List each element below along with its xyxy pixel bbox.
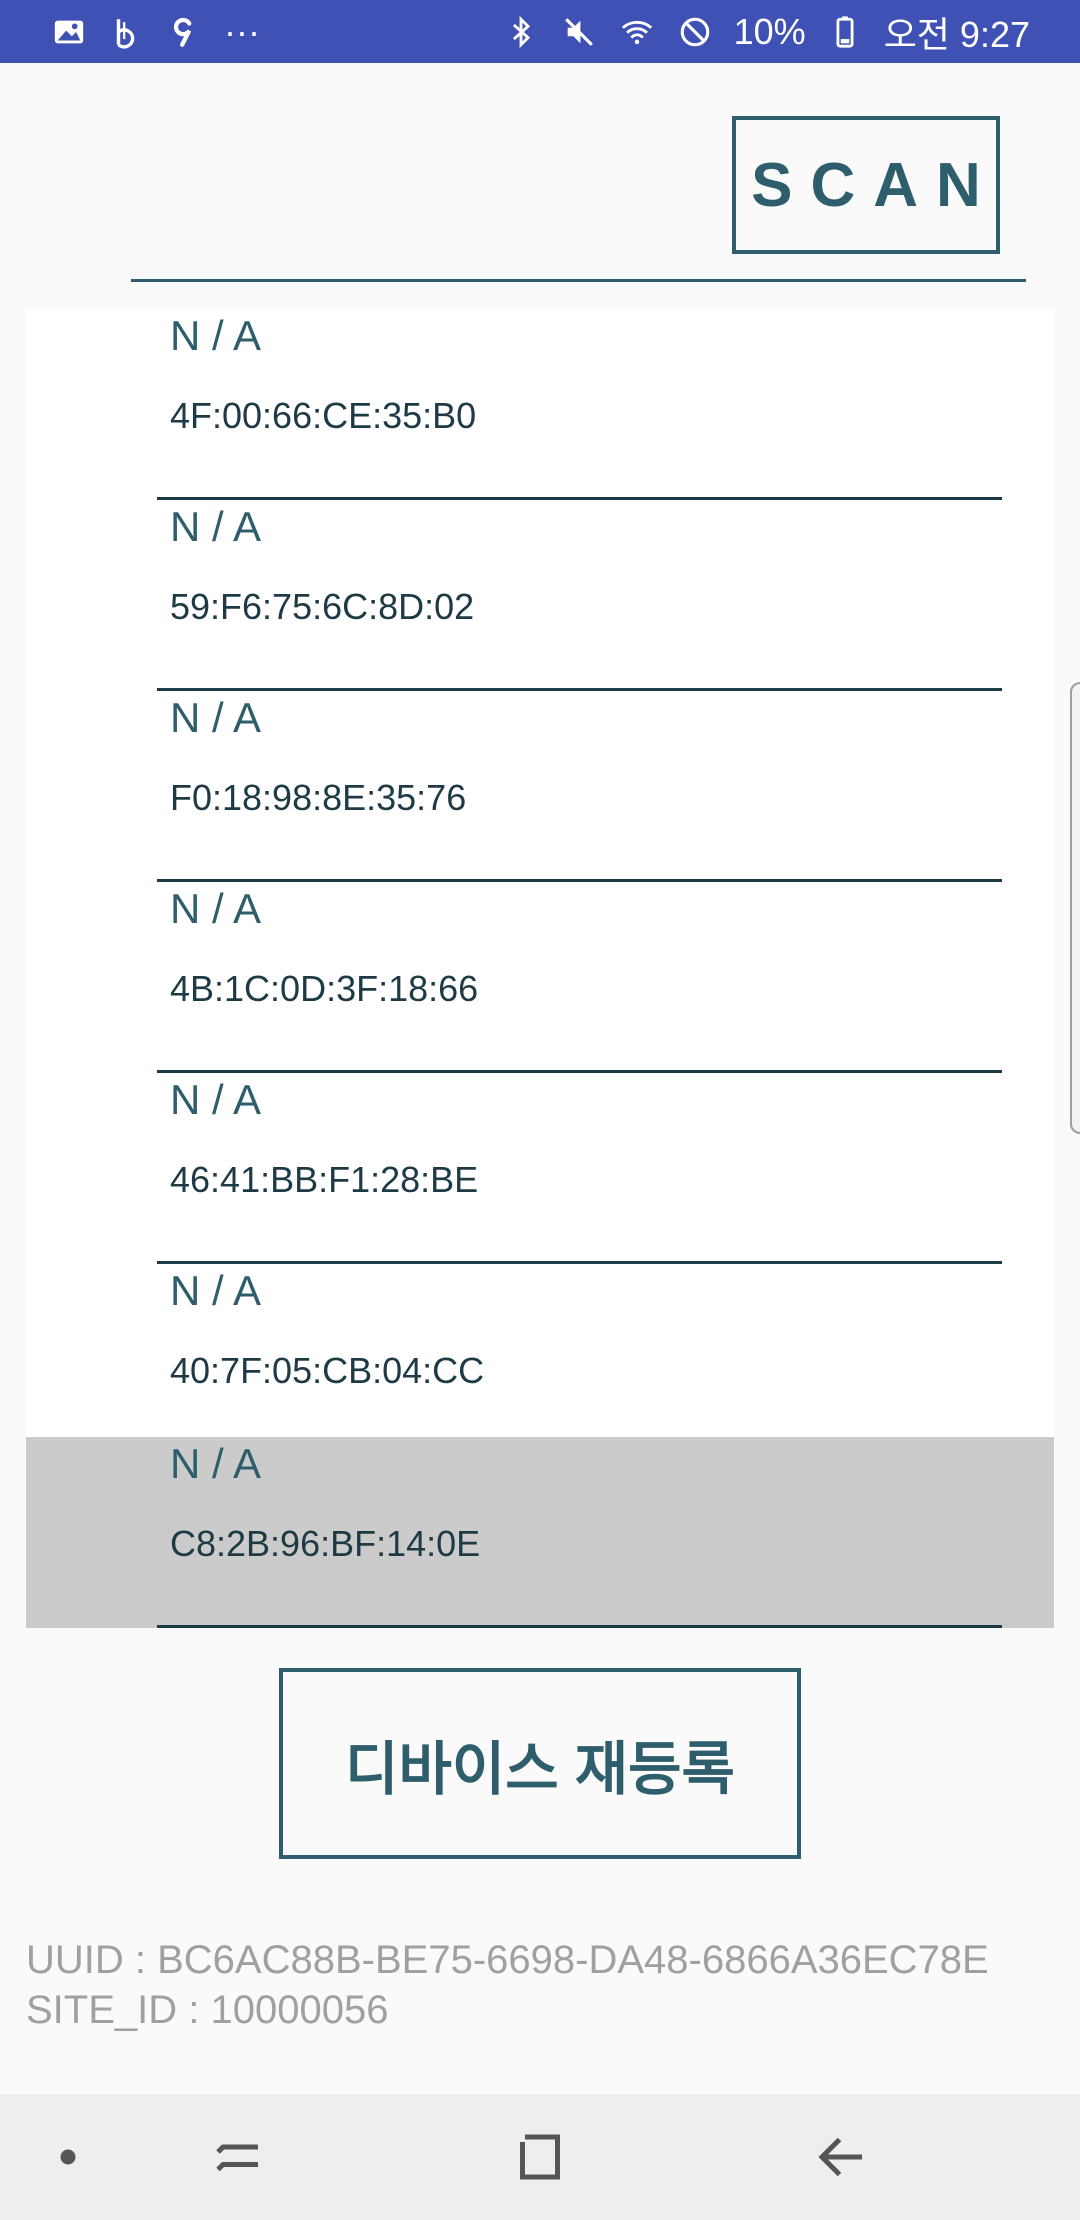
device-divider: [157, 1625, 1002, 1628]
device-name: N / A: [170, 694, 262, 741]
status-bar-left: ···: [50, 11, 260, 53]
bluetooth-icon: [502, 13, 540, 51]
header-divider: [131, 279, 1026, 282]
no-disturb-icon: [676, 13, 714, 51]
device-list-item[interactable]: N / A 59:F6:75:6C:8D:02: [26, 500, 1054, 691]
device-mac-address: 46:41:BB:F1:28:BE: [170, 1159, 479, 1200]
status-bar: ··· 10% 오전 9:27: [0, 0, 1080, 63]
device-list-item[interactable]: N / A 4B:1C:0D:3F:18:66: [26, 882, 1054, 1073]
device-list-item[interactable]: N / A 4F:00:66:CE:35:B0: [26, 309, 1054, 500]
device-mac-address: 4B:1C:0D:3F:18:66: [170, 968, 479, 1009]
wifi-icon: [618, 13, 656, 51]
device-name: N / A: [170, 1267, 262, 1314]
device-mac-address: F0:18:98:8E:35:76: [170, 777, 467, 818]
status-bar-right: 10% 오전 9:27: [502, 6, 1030, 58]
scan-button[interactable]: SCAN: [732, 116, 1000, 254]
battery-icon: [826, 13, 864, 51]
device-name: N / A: [170, 503, 262, 550]
nav-dot-icon[interactable]: [38, 2094, 98, 2220]
b-app-icon: [108, 13, 146, 51]
gallery-icon: [50, 13, 88, 51]
navigation-bar: [0, 2094, 1080, 2220]
clock: 오전 9:27: [883, 13, 1030, 55]
reregister-device-button[interactable]: 디바이스 재등록: [279, 1668, 801, 1859]
recent-apps-icon[interactable]: [208, 2094, 268, 2220]
battery-percent: 10%: [733, 10, 806, 52]
more-dots-icon: ···: [224, 10, 260, 52]
home-icon[interactable]: [510, 2094, 570, 2220]
uuid-text: UUID : BC6AC88B-BE75-6698-DA48-6866A36EC…: [26, 1938, 989, 1982]
app-9-icon: [166, 13, 204, 51]
device-name: N / A: [170, 1076, 262, 1123]
device-list[interactable]: N / A 4F:00:66:CE:35:B0 N / A 59:F6:75:6…: [26, 309, 1054, 1628]
device-mac-address: C8:2B:96:BF:14:0E: [170, 1523, 481, 1564]
device-mac-address: 59:F6:75:6C:8D:02: [170, 586, 475, 627]
device-list-item-selected[interactable]: N / A C8:2B:96:BF:14:0E: [26, 1437, 1054, 1628]
device-list-item[interactable]: N / A F0:18:98:8E:35:76: [26, 691, 1054, 882]
device-name: N / A: [170, 1440, 262, 1487]
edge-panel-handle[interactable]: [1070, 682, 1080, 1134]
back-icon[interactable]: [812, 2094, 872, 2220]
device-name: N / A: [170, 885, 262, 932]
device-mac-address: 4F:00:66:CE:35:B0: [170, 395, 477, 436]
device-info: UUID : BC6AC88B-BE75-6698-DA48-6866A36EC…: [26, 1935, 989, 2035]
device-name: N / A: [170, 312, 262, 359]
device-mac-address: 40:7F:05:CB:04:CC: [170, 1350, 485, 1391]
device-list-item[interactable]: N / A 40:7F:05:CB:04:CC: [26, 1264, 1054, 1455]
device-list-item[interactable]: N / A 46:41:BB:F1:28:BE: [26, 1073, 1054, 1264]
site-id-text: SITE_ID : 10000056: [26, 1988, 389, 2032]
mute-icon: [560, 13, 598, 51]
